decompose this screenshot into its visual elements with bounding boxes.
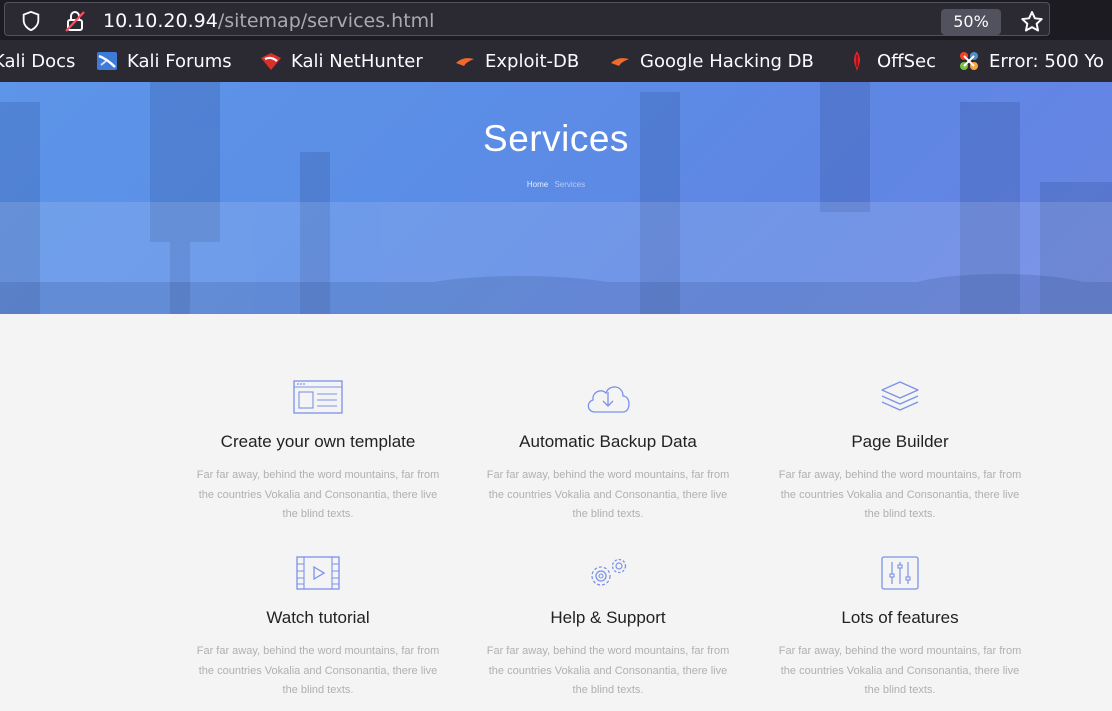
bookmark-label: Error: 500 Yo — [989, 50, 1105, 72]
bookmark-label: Exploit-DB — [485, 50, 580, 72]
lock-warning-icon[interactable] — [63, 9, 87, 33]
url-text[interactable]: 10.10.20.94/sitemap/services.html — [103, 10, 434, 32]
kali-nethunter-icon — [261, 53, 281, 70]
shield-icon[interactable] — [20, 10, 42, 32]
sliders-icon — [881, 556, 919, 590]
service-title: Watch tutorial — [266, 608, 370, 627]
bookmark-error-500[interactable]: Error: 500 Yo — [958, 40, 1104, 82]
ghdb-icon — [611, 58, 629, 66]
bookmark-kali-forums[interactable]: Kali Forums — [96, 40, 232, 82]
url-host: 10.10.20.94 — [103, 10, 218, 32]
exploit-db-icon — [456, 58, 474, 66]
service-title: Lots of features — [841, 608, 959, 627]
service-title: Automatic Backup Data — [519, 432, 697, 451]
cloud-download-icon — [587, 386, 630, 413]
page-title: Services — [483, 118, 629, 159]
service-description: Far far away, behind the word mountains,… — [196, 645, 440, 696]
bookmark-google-hacking-db[interactable]: Google Hacking DB — [609, 40, 814, 82]
bookmark-exploit-db[interactable]: Exploit-DB — [454, 40, 579, 82]
breadcrumb-current: Services — [554, 180, 586, 189]
bookmark-offsec[interactable]: OffSec — [846, 40, 936, 82]
service-description: Far far away, behind the word mountains,… — [778, 645, 1022, 696]
bookmark-label: Kali Forums — [127, 50, 232, 72]
star-icon[interactable] — [1019, 9, 1045, 35]
hero-banner: Services Home Services — [0, 82, 1112, 314]
template-icon — [293, 380, 343, 414]
service-title: Page Builder — [851, 432, 949, 451]
service-title: Help & Support — [550, 608, 666, 627]
gears-icon — [591, 558, 627, 586]
offsec-icon — [853, 51, 861, 71]
bookmark-label: Google Hacking DB — [640, 50, 814, 72]
service-description: Far far away, behind the word mountains,… — [486, 469, 730, 520]
url-path: /sitemap/services.html — [217, 10, 435, 32]
address-bar[interactable]: 10.10.20.94/sitemap/services.html 50% — [4, 2, 1050, 36]
breadcrumb-home-link[interactable]: Home — [527, 180, 548, 189]
bookmark-kali-docs[interactable]: Kali Docs — [0, 40, 75, 82]
city-background-image — [0, 82, 1112, 314]
service-description: Far far away, behind the word mountains,… — [778, 469, 1022, 520]
zoom-indicator[interactable]: 50% — [941, 9, 1001, 35]
service-description: Far far away, behind the word mountains,… — [486, 645, 730, 696]
breadcrumb: Home Services — [0, 180, 1112, 189]
browser-toolbar: 10.10.20.94/sitemap/services.html 50% — [0, 0, 1112, 40]
bookmark-label: Kali Docs — [0, 50, 76, 72]
joomla-icon — [960, 52, 978, 70]
kali-forums-icon — [97, 52, 117, 70]
bookmark-kali-nethunter[interactable]: Kali NetHunter — [260, 40, 423, 82]
bookmark-label: Kali NetHunter — [291, 50, 423, 72]
breadcrumb-separator — [550, 180, 552, 189]
bookmarks-toolbar: Kali Docs Kali Forums Kali NetHunter Exp… — [0, 40, 1112, 82]
service-description: Far far away, behind the word mountains,… — [196, 469, 440, 520]
bookmark-label: OffSec — [877, 50, 936, 72]
video-play-icon — [296, 556, 340, 590]
layers-icon — [881, 381, 919, 411]
service-title: Create your own template — [220, 432, 416, 451]
